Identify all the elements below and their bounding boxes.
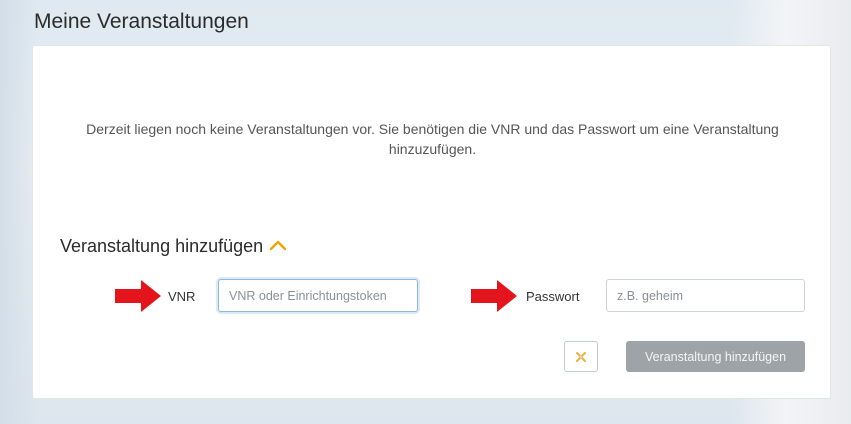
clear-button[interactable]: [564, 341, 598, 372]
password-input[interactable]: [606, 279, 805, 312]
empty-events-message: Derzeit liegen noch keine Veranstaltunge…: [86, 121, 779, 157]
red-arrow-right-icon: [115, 280, 161, 312]
add-event-section-header[interactable]: Veranstaltung hinzufügen: [60, 236, 287, 257]
clear-x-icon: [576, 351, 586, 362]
page-title: Meine Veranstaltungen: [34, 10, 249, 33]
vnr-input[interactable]: [218, 279, 418, 312]
chevron-up-icon[interactable]: [269, 235, 287, 256]
password-label: Passwort: [526, 289, 580, 304]
add-event-submit-button[interactable]: Veranstaltung hinzufügen: [626, 341, 805, 372]
add-event-section-title: Veranstaltung hinzufügen: [60, 236, 264, 256]
vnr-label: VNR: [168, 289, 196, 304]
red-arrow-right-icon: [471, 280, 517, 312]
events-card: Derzeit liegen noch keine Veranstaltunge…: [32, 45, 831, 399]
